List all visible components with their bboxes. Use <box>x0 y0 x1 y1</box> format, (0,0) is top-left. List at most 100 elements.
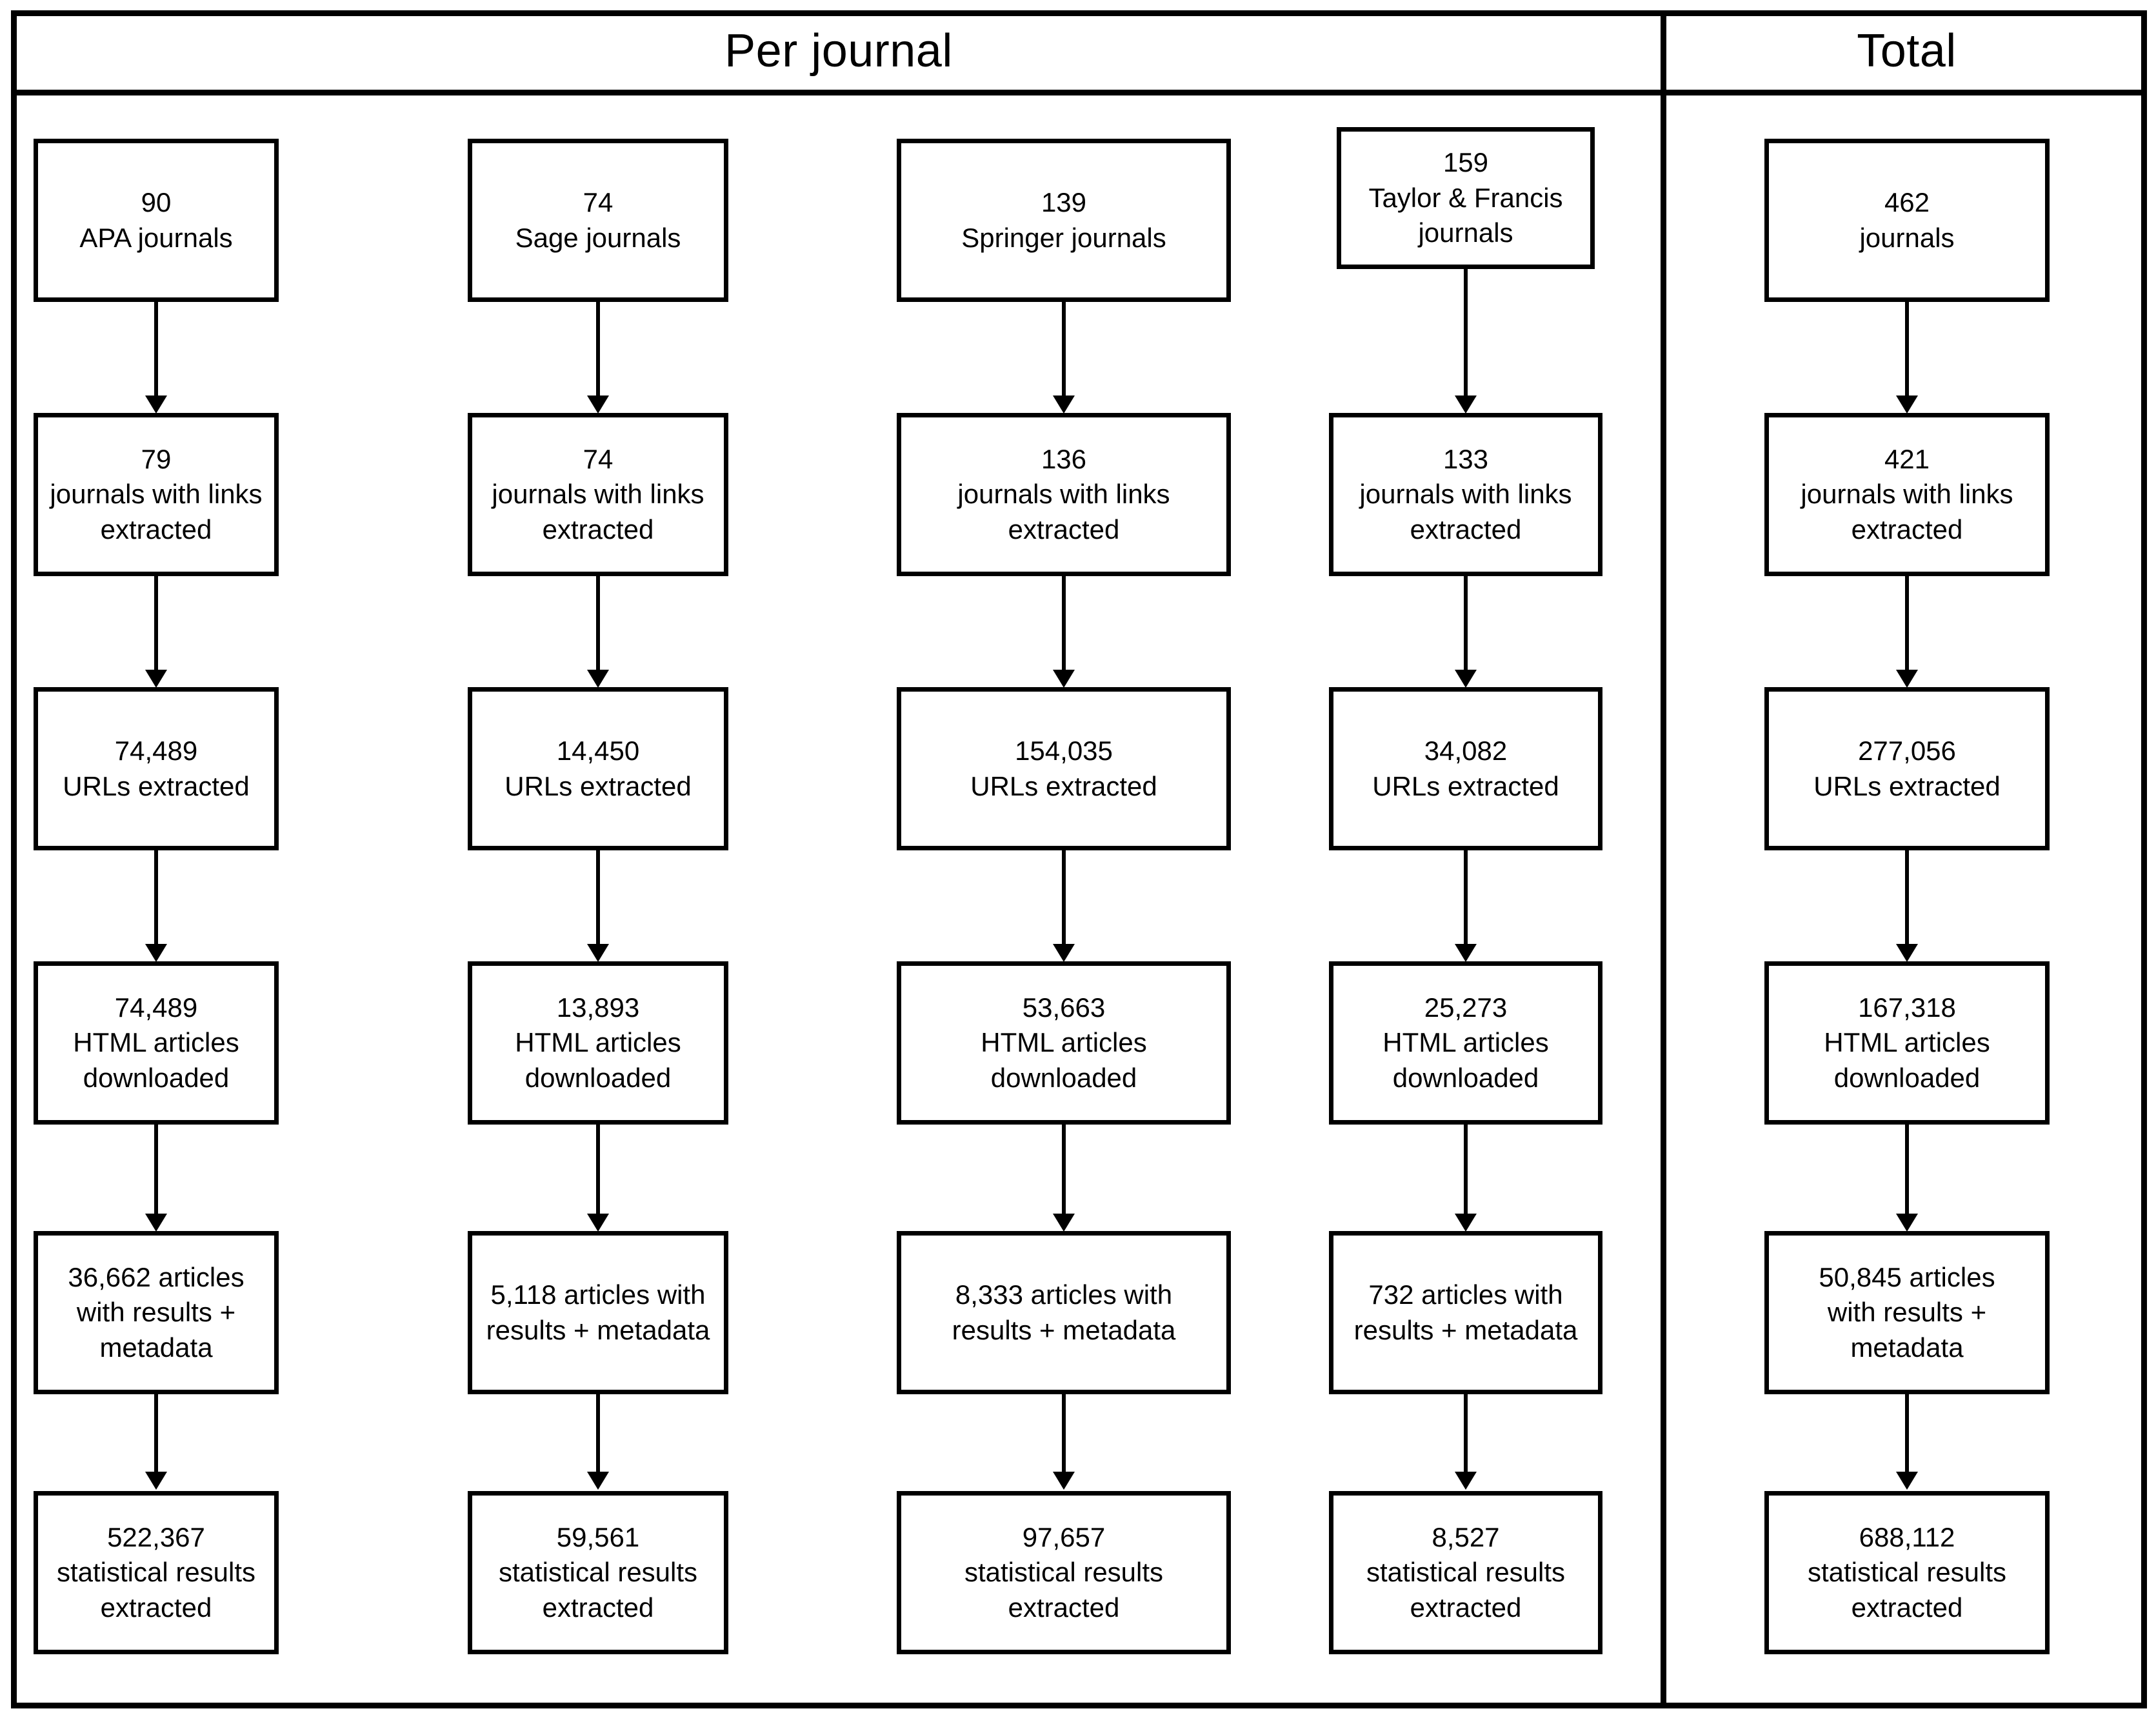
box-line: journals with links <box>957 479 1170 510</box>
flow-box-apa-statistical-results: 522,367 statistical results extracted <box>34 1491 279 1654</box>
box-line: 8,333 articles with <box>955 1279 1173 1310</box>
box-line: results + metadata <box>486 1314 710 1345</box>
box-line: URLs extracted <box>504 770 692 801</box>
box-line: HTML articles <box>981 1027 1147 1058</box>
box-line: statistical results <box>1366 1557 1566 1588</box>
arrow-apa-r5-r6 <box>154 1394 158 1473</box>
flow-box-total-journals-with-links: 421 journals with links extracted <box>1764 413 2050 576</box>
box-line: 5,118 articles with <box>490 1279 706 1310</box>
box-line: 688,112 <box>1859 1521 1955 1552</box>
box-line: 8,527 <box>1432 1521 1500 1552</box>
flow-box-sage-statistical-results: 59,561 statistical results extracted <box>468 1491 728 1654</box>
flow-box-apa-urls-extracted: 74,489 URLs extracted <box>34 687 279 850</box>
box-line: extracted <box>1410 514 1522 545</box>
box-line: 74 <box>583 443 614 474</box>
per-journal-total-divider <box>1661 10 1666 1708</box>
box-line: 90 <box>141 186 172 217</box>
flow-box-tf-statistical-results: 8,527 statistical results extracted <box>1329 1491 1602 1654</box>
box-line: 53,663 <box>1022 992 1106 1023</box>
flow-box-tf-journals-with-links: 133 journals with links extracted <box>1329 413 1602 576</box>
arrow-apa-r2-r3 <box>154 576 158 671</box>
box-line: 25,273 <box>1424 992 1508 1023</box>
box-line: 50,845 articles <box>1819 1261 1995 1292</box>
arrow-sage-r3-r4 <box>596 850 600 945</box>
arrow-total-r1-r2 <box>1905 302 1909 397</box>
box-line: URLs extracted <box>970 770 1157 801</box>
box-line: 167,318 <box>1858 992 1956 1023</box>
flow-box-sage-html-downloaded: 13,893 HTML articles downloaded <box>468 961 728 1125</box>
box-line: with results + <box>76 1297 236 1328</box>
flow-box-apa-journals-with-links: 79 journals with links extracted <box>34 413 279 576</box>
flow-box-springer-journals: 139 Springer journals <box>897 139 1231 302</box>
flow-box-tf-articles-with-results: 732 articles with results + metadata <box>1329 1231 1602 1394</box>
box-line: extracted <box>1008 514 1120 545</box>
flow-box-springer-statistical-results: 97,657 statistical results extracted <box>897 1491 1231 1654</box>
box-line: 154,035 <box>1015 735 1113 766</box>
arrow-apa-r3-r4 <box>154 850 158 945</box>
box-line: statistical results <box>964 1557 1164 1588</box>
box-line: HTML articles <box>515 1027 681 1058</box>
box-line: 36,662 articles <box>68 1261 245 1292</box>
flow-box-springer-urls-extracted: 154,035 URLs extracted <box>897 687 1231 850</box>
box-line: 277,056 <box>1858 735 1956 766</box>
box-line: extracted <box>1008 1592 1120 1623</box>
figure-canvas: Per journal Total 90 APA journals 74 Sag… <box>0 0 2156 1722</box>
box-line: 74,489 <box>114 735 198 766</box>
arrow-springer-r1-r2 <box>1062 302 1066 397</box>
header-per-journal: Per journal <box>724 25 953 77</box>
box-line: Springer journals <box>961 222 1166 253</box>
box-line: metadata <box>1850 1332 1964 1363</box>
flow-box-total-statistical-results: 688,112 statistical results extracted <box>1764 1491 2050 1654</box>
arrow-tf-r2-r3 <box>1464 576 1468 671</box>
header-total: Total <box>1857 25 1957 77</box>
flow-box-springer-html-downloaded: 53,663 HTML articles downloaded <box>897 961 1231 1125</box>
header-separator-rule <box>11 90 2147 95</box>
arrow-apa-r4-r5 <box>154 1125 158 1215</box>
arrow-total-r5-r6 <box>1905 1394 1909 1473</box>
box-line: URLs extracted <box>1372 770 1559 801</box>
box-line: 522,367 <box>107 1521 205 1552</box>
arrow-total-r4-r5 <box>1905 1125 1909 1215</box>
arrow-springer-r2-r3 <box>1062 576 1066 671</box>
flow-box-sage-journals-with-links: 74 journals with links extracted <box>468 413 728 576</box>
box-line: journals with links <box>1801 479 2013 510</box>
flow-box-apa-articles-with-results: 36,662 articles with results + metadata <box>34 1231 279 1394</box>
arrow-sage-r1-r2 <box>596 302 600 397</box>
arrow-tf-r4-r5 <box>1464 1125 1468 1215</box>
box-line: 97,657 <box>1022 1521 1106 1552</box>
box-line: with results + <box>1827 1297 1987 1328</box>
box-line: extracted <box>1851 1592 1963 1623</box>
box-line: results + metadata <box>952 1314 1176 1345</box>
flow-box-total-html-downloaded: 167,318 HTML articles downloaded <box>1764 961 2050 1125</box>
box-line: results + metadata <box>1353 1314 1578 1345</box>
box-line: extracted <box>100 1592 212 1623</box>
box-line: 74 <box>583 186 614 217</box>
flow-box-apa-journals: 90 APA journals <box>34 139 279 302</box>
arrow-apa-r1-r2 <box>154 302 158 397</box>
box-line: URLs extracted <box>1813 770 2001 801</box>
box-line: APA journals <box>79 222 233 253</box>
arrow-sage-r4-r5 <box>596 1125 600 1215</box>
box-line: 159 <box>1442 147 1489 178</box>
box-line: statistical results <box>1807 1557 2007 1588</box>
box-line: extracted <box>1410 1592 1522 1623</box>
box-line: statistical results <box>498 1557 698 1588</box>
arrow-springer-r4-r5 <box>1062 1125 1066 1215</box>
flow-box-springer-articles-with-results: 8,333 articles with results + metadata <box>897 1231 1231 1394</box>
box-line: extracted <box>542 514 654 545</box>
flow-box-taylor-francis-journals: 159 Taylor & Francis journals <box>1337 127 1595 269</box>
box-line: downloaded <box>1833 1062 1981 1093</box>
box-line: 74,489 <box>114 992 198 1023</box>
flow-box-total-urls-extracted: 277,056 URLs extracted <box>1764 687 2050 850</box>
arrow-tf-r5-r6 <box>1464 1394 1468 1473</box>
box-line: extracted <box>542 1592 654 1623</box>
flow-box-tf-urls-extracted: 34,082 URLs extracted <box>1329 687 1602 850</box>
box-line: 34,082 <box>1424 735 1508 766</box>
flow-box-sage-journals: 74 Sage journals <box>468 139 728 302</box>
box-line: downloaded <box>83 1062 230 1093</box>
arrow-tf-r3-r4 <box>1464 850 1468 945</box>
flow-box-sage-urls-extracted: 14,450 URLs extracted <box>468 687 728 850</box>
flow-box-springer-journals-with-links: 136 journals with links extracted <box>897 413 1231 576</box>
arrow-springer-r5-r6 <box>1062 1394 1066 1473</box>
box-line: 79 <box>141 443 172 474</box>
